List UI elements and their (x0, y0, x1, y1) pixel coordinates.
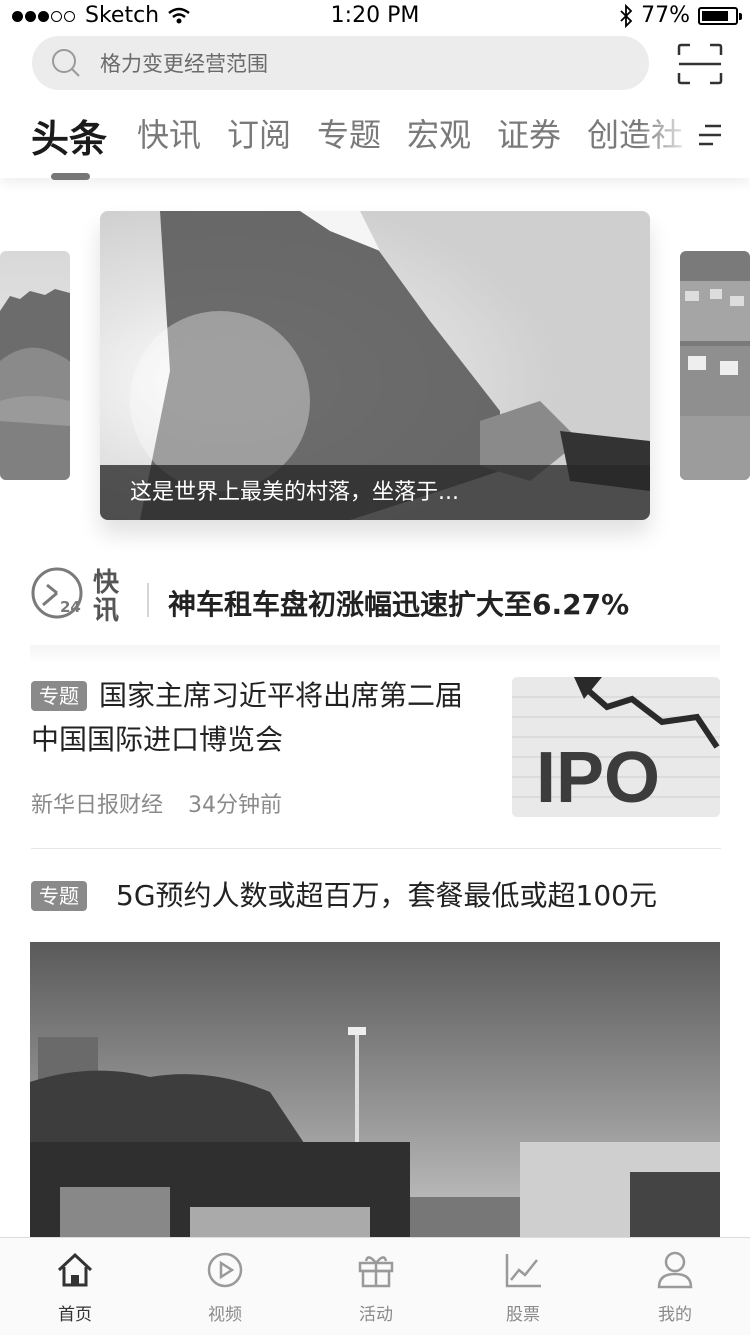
nav-profile[interactable]: 我的 (625, 1238, 725, 1335)
flash-logo-bottom: 讯 (93, 596, 120, 626)
nav-stocks[interactable]: 股票 (473, 1238, 573, 1335)
search-placeholder: 格力变更经营范围 (100, 52, 268, 76)
search-input[interactable]: 格力变更经营范围 (32, 36, 649, 90)
flash-shadow (30, 645, 720, 663)
flash-headline[interactable]: 神车租车盘初涨幅迅速扩大至6.27% (168, 583, 629, 623)
nav-home[interactable]: 首页 (25, 1238, 125, 1335)
tab-macro[interactable]: 宏观 (407, 110, 471, 156)
article-thumbnail[interactable]: IPO (512, 677, 720, 817)
nav-activity[interactable]: 活动 (326, 1238, 426, 1335)
tabs-fade (640, 105, 695, 161)
home-icon (57, 1252, 93, 1287)
factory-image (30, 942, 720, 1242)
nav-video-label: 视频 (208, 1305, 242, 1325)
castle-image (0, 251, 70, 480)
ipo-chart-image: IPO (512, 677, 720, 817)
tab-flash[interactable]: 快讯 (137, 110, 201, 156)
village-image (680, 251, 750, 480)
video-icon (207, 1252, 243, 1288)
bottom-tab-bar: 首页 视频 活动 股票 我的 (0, 1237, 750, 1335)
tab-headline[interactable]: 头条 (31, 108, 107, 163)
carousel-prev-slide[interactable] (0, 251, 70, 480)
status-bar: Sketch 1:20 PM 77% (0, 0, 750, 34)
channel-tabs: 头条 快讯 订阅 专题 宏观 证券 创造社 (0, 100, 750, 178)
article-image[interactable] (30, 942, 720, 1242)
article-title[interactable]: 专题 国家主席习近平将出席第二届中国国际进口博览会 (31, 674, 481, 762)
flash-divider (147, 583, 149, 617)
tab-topics[interactable]: 专题 (317, 110, 381, 156)
battery-icon (698, 6, 742, 25)
scan-icon[interactable] (677, 43, 723, 85)
nav-stocks-label: 股票 (506, 1305, 540, 1325)
article-meta: 新华日报财经 34分钟前 (31, 787, 282, 819)
gift-icon (358, 1256, 394, 1288)
article-title[interactable]: 5G预约人数或超百万，套餐最低或超100元 (116, 876, 657, 916)
carousel-next-slide[interactable] (680, 251, 750, 480)
bluetooth-icon (620, 3, 633, 28)
status-right: 77% (619, 3, 742, 28)
tab-subscribe[interactable]: 订阅 (227, 110, 291, 156)
channel-menu-icon[interactable] (697, 122, 723, 148)
nav-home-label: 首页 (58, 1305, 92, 1325)
article-title-text: 国家主席习近平将出席第二届中国国际进口博览会 (31, 679, 464, 756)
tab-securities[interactable]: 证券 (497, 110, 561, 156)
profile-icon (657, 1251, 693, 1289)
stock-chart-icon (505, 1254, 541, 1288)
ipo-text: IPO (536, 738, 660, 817)
clock-24-label: 24 (60, 598, 81, 616)
active-tab-indicator (51, 173, 90, 180)
battery-percent: 77% (641, 3, 690, 28)
topic-badge: 专题 (31, 881, 87, 911)
carousel-main-slide[interactable]: 这是世界上最美的村落，坐落于... (100, 211, 650, 520)
article-source: 新华日报财经 (31, 793, 164, 818)
nav-activity-label: 活动 (359, 1305, 393, 1325)
carousel-caption: 这是世界上最美的村落，坐落于... (100, 465, 650, 520)
topic-badge: 专题 (31, 681, 87, 711)
nav-video[interactable]: 视频 (175, 1238, 275, 1335)
nav-profile-label: 我的 (658, 1305, 692, 1325)
article-time: 34分钟前 (188, 793, 283, 818)
article-separator (31, 848, 721, 849)
search-icon (52, 49, 80, 77)
